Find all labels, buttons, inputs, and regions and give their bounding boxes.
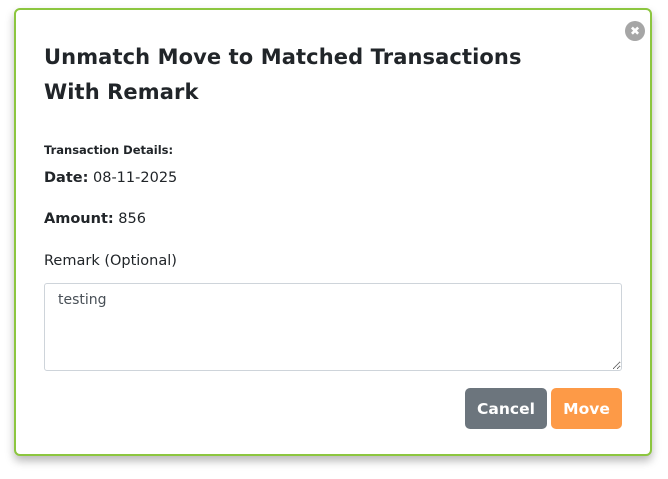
amount-label: Amount: [44, 211, 114, 227]
date-row: Date: 08-11-2025 [44, 170, 177, 186]
close-icon[interactable]: ✖ [625, 21, 645, 41]
cancel-button[interactable]: Cancel [465, 388, 547, 429]
date-value: 08-11-2025 [93, 170, 178, 186]
modal-title: Unmatch Move to Matched Transactions Wit… [44, 45, 522, 104]
unmatch-move-modal: ✖ Unmatch Move to Matched Transactions W… [14, 8, 652, 456]
remark-label: Remark (Optional) [44, 253, 177, 269]
transaction-details-label: Transaction Details: [44, 143, 174, 157]
move-button[interactable]: Move [551, 388, 622, 429]
amount-row: Amount: 856 [44, 211, 146, 227]
remark-textarea[interactable]: testing [44, 283, 622, 371]
amount-value: 856 [118, 211, 146, 227]
date-label: Date: [44, 170, 89, 186]
